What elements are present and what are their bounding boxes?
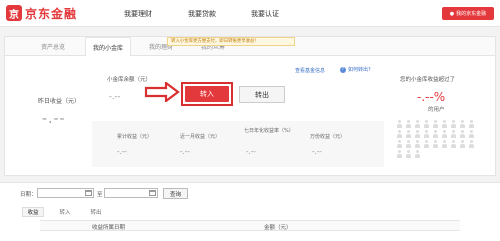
user-rank-graphic <box>396 120 482 158</box>
stat-total-value: -.-- <box>117 148 127 156</box>
stat-seven-day-label: 七日年化收益率（%） <box>244 128 294 134</box>
person-icon <box>432 120 438 128</box>
transfer-tooltip: 转入小金库更方便支付，即日转账更享收益！ <box>167 37 295 46</box>
nav-loan[interactable]: 我要贷款 <box>188 9 216 19</box>
tab-asset-overview[interactable]: 资产总览 <box>33 37 73 56</box>
how-to-transfer-label: 如何转出? <box>348 67 371 73</box>
person-icon <box>441 140 447 148</box>
person-icon <box>414 130 420 138</box>
table-header: 收益所属日期 金额（元） <box>40 220 460 231</box>
start-date-input[interactable] <box>37 188 94 198</box>
top-bar: 京 京东金融 我要理财 我要贷款 我要认证 ● 我的京东金融 <box>0 0 500 27</box>
subtab-earnings[interactable]: 收益 <box>22 207 44 217</box>
column-date: 收益所属日期 <box>92 225 126 231</box>
subtab-transfer-out[interactable]: 转出 <box>86 207 106 217</box>
fund-info-link[interactable]: 查看基金信息 <box>295 67 325 74</box>
subtab-transfer-in[interactable]: 转入 <box>55 207 75 217</box>
balance-value: -.-- <box>109 92 121 101</box>
how-to-transfer-link[interactable]: ? 如何转出? <box>340 66 371 73</box>
rank-suffix: 的用户 <box>428 107 445 113</box>
account-button-label: 我的京东金融 <box>456 11 487 17</box>
person-icon <box>414 150 420 158</box>
date-separator: 至 <box>97 192 103 198</box>
person-icon <box>459 140 465 148</box>
stat-total-label: 累计收益（元） <box>117 134 153 140</box>
calendar-icon[interactable] <box>85 190 92 196</box>
person-icon <box>396 130 402 138</box>
person-icon <box>423 130 429 138</box>
person-icon <box>450 140 456 148</box>
query-button[interactable]: 查询 <box>163 188 188 199</box>
yesterday-earnings-label: 昨日收益（元） <box>38 98 81 105</box>
yesterday-earnings-value: -.-- <box>42 111 66 127</box>
stat-month-label: 近一月收益（元） <box>180 134 221 140</box>
person-icon <box>396 120 402 128</box>
person-icon <box>441 120 447 128</box>
person-icon <box>405 120 411 128</box>
person-icon <box>468 140 474 148</box>
tab-my-vault[interactable]: 我的小金库 <box>85 37 131 57</box>
rank-title: 您的小金库收益超过了 <box>400 77 456 83</box>
person-icon <box>414 140 420 148</box>
column-amount: 金额（元） <box>264 225 292 231</box>
logo-text: 京东金融 <box>25 6 78 21</box>
date-label: 日期： <box>20 192 37 198</box>
nav-invest[interactable]: 我要理财 <box>124 9 152 19</box>
logo[interactable]: 京 京东金融 <box>6 4 77 22</box>
stat-seven-day-value: -.-- <box>246 148 256 156</box>
person-icon <box>450 130 456 138</box>
person-icon <box>459 130 465 138</box>
person-icon <box>468 130 474 138</box>
stat-per-10k-value: -.-- <box>312 148 322 156</box>
person-icon <box>441 130 447 138</box>
transfer-in-button[interactable]: 转入 <box>185 86 229 102</box>
person-icon <box>459 120 465 128</box>
person-icon <box>396 140 402 148</box>
person-icon <box>414 120 420 128</box>
stat-per-10k-label: 万份收益（元） <box>310 134 346 140</box>
person-icon <box>432 140 438 148</box>
arrow-right-icon <box>144 82 180 102</box>
person-icon <box>468 120 474 128</box>
stats-box <box>92 121 384 167</box>
rank-percent: -.--% <box>417 90 446 104</box>
account-button[interactable]: ● 我的京东金融 <box>442 7 494 20</box>
person-icon <box>405 140 411 148</box>
stat-month-value: -.-- <box>180 148 190 156</box>
user-icon: ● <box>449 10 455 17</box>
person-icon <box>450 120 456 128</box>
transfer-out-button[interactable]: 转出 <box>239 86 285 103</box>
person-icon <box>405 150 411 158</box>
person-icon <box>423 120 429 128</box>
end-date-input[interactable] <box>104 188 158 198</box>
person-icon <box>405 130 411 138</box>
calendar-icon[interactable] <box>149 190 156 196</box>
jd-logo-icon: 京 <box>6 5 22 21</box>
nav-verify[interactable]: 我要认证 <box>251 9 279 19</box>
person-icon <box>396 150 402 158</box>
help-icon: ? <box>340 66 346 73</box>
person-icon <box>432 130 438 138</box>
person-icon <box>423 140 429 148</box>
